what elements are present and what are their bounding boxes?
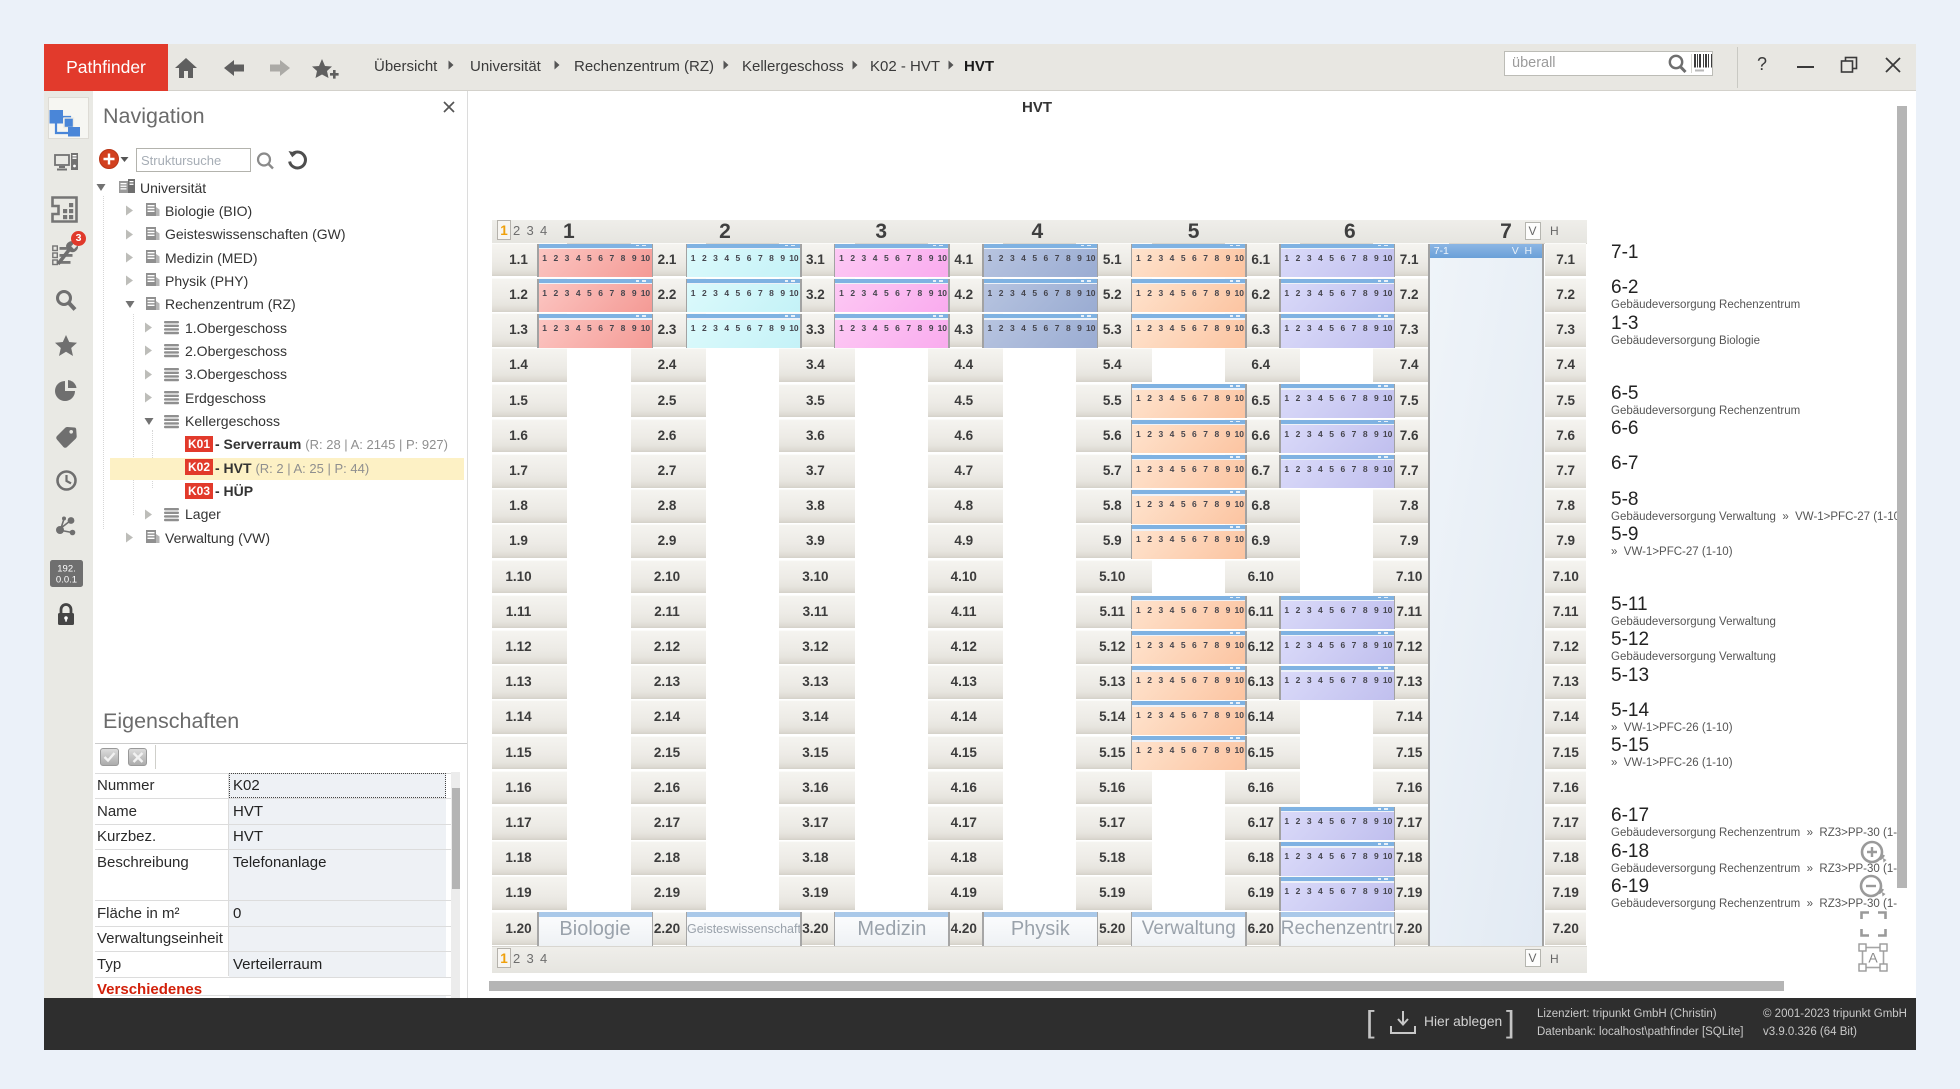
svg-text:0.0.1: 0.0.1 bbox=[56, 575, 77, 586]
svg-text:192.: 192. bbox=[57, 564, 76, 575]
svg-text:A: A bbox=[1868, 950, 1878, 966]
